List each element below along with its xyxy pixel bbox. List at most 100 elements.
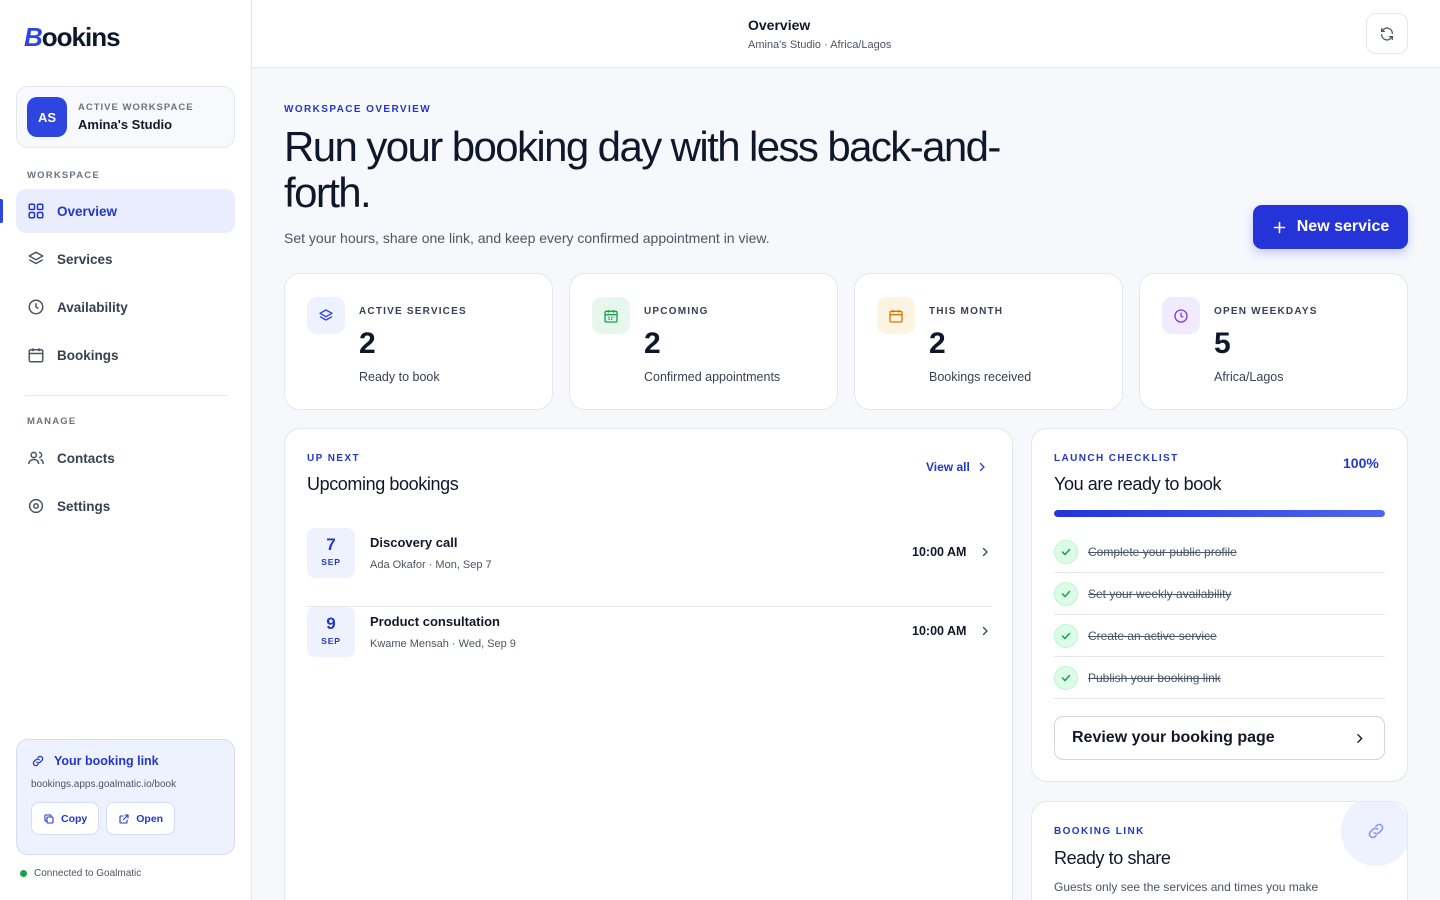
stat-label: THIS MONTH — [929, 306, 1004, 317]
stat-card-open-weekdays: OPEN WEEKDAYS 5 Africa/Lagos — [1139, 273, 1408, 410]
booking-title: Product consultation — [370, 614, 500, 629]
logo-text: ookins — [41, 21, 121, 52]
check-icon — [1061, 632, 1071, 640]
open-link-button[interactable]: Open — [106, 802, 176, 835]
date-badge: 7 SEP — [307, 528, 355, 578]
checklist-item-label: Set your weekly availability — [1088, 586, 1232, 601]
calendar-icon — [28, 348, 44, 363]
calendar-icon — [889, 309, 903, 323]
clock-icon — [1174, 308, 1188, 323]
top-bar: Overview Amina's Studio · Africa/Lagos — [252, 0, 1440, 68]
sidebar-item-label: Bookings — [57, 347, 119, 363]
sidebar-item-services[interactable]: Services — [16, 237, 235, 281]
active-indicator — [0, 199, 3, 223]
chevron-right-icon — [1357, 734, 1363, 743]
page-subtitle: Amina's Studio · Africa/Lagos — [748, 39, 892, 51]
checklist-progress-bar — [1054, 510, 1385, 517]
sidebar-item-overview[interactable]: Overview — [16, 189, 235, 233]
calendar-icon — [604, 309, 618, 323]
stat-label: OPEN WEEKDAYS — [1214, 306, 1318, 317]
check-icon — [1061, 548, 1071, 556]
sidebar-item-label: Overview — [57, 203, 118, 219]
stat-label: UPCOMING — [644, 306, 709, 317]
hero-eyebrow: WORKSPACE OVERVIEW — [284, 104, 432, 115]
sidebar-item-bookings[interactable]: Bookings — [16, 333, 235, 377]
booking-subtitle: Ada Okafor · Mon, Sep 7 — [370, 559, 492, 571]
booking-link-url: bookings.apps.goalmatic.io/book — [31, 779, 177, 790]
sidebar-item-availability[interactable]: Availability — [16, 285, 235, 329]
copy-label: Copy — [61, 812, 88, 825]
review-booking-page-button[interactable]: Review your booking page — [1054, 716, 1385, 760]
date-day: 9 — [326, 614, 336, 633]
checklist-item-label: Complete your public profile — [1088, 544, 1237, 559]
brand-logo[interactable]: Bookins — [24, 20, 121, 54]
booking-link-card: Your booking link bookings.apps.goalmati… — [16, 739, 235, 855]
date-month: SEP — [321, 557, 341, 567]
share-eyebrow: BOOKING LINK — [1054, 826, 1145, 837]
link-icon — [1368, 823, 1384, 839]
share-link-badge — [1341, 802, 1407, 866]
progress-fill — [1054, 510, 1385, 517]
sidebar-item-label: Contacts — [57, 450, 115, 466]
status-dot — [20, 870, 27, 877]
chevron-right-icon — [982, 626, 988, 636]
booking-link-panel: BOOKING LINK Ready to share Guests only … — [1031, 801, 1408, 900]
new-service-button[interactable]: New service — [1253, 205, 1408, 249]
connection-status: Connected to Goalmatic — [20, 868, 141, 879]
page-title: Overview — [748, 17, 811, 33]
copy-icon — [44, 813, 54, 824]
launch-checklist-panel: LAUNCH CHECKLIST You are ready to book 1… — [1031, 428, 1408, 782]
stat-value: 2 — [929, 327, 946, 360]
sidebar-divider — [25, 395, 227, 396]
checklist-title: You are ready to book — [1054, 474, 1222, 494]
date-month: SEP — [321, 636, 341, 646]
copy-link-button[interactable]: Copy — [31, 802, 100, 835]
date-day: 7 — [326, 535, 336, 554]
view-all-label: View all — [926, 460, 970, 474]
upcoming-bookings-panel: UP NEXT Upcoming bookings View all 7 SEP… — [284, 428, 1013, 900]
view-all-link[interactable]: View all — [926, 460, 988, 474]
section-label-manage: MANAGE — [27, 416, 77, 427]
date-badge: 9 SEP — [307, 607, 355, 657]
checklist-item-label: Publish your booking link — [1088, 670, 1221, 685]
logo-mark: B — [24, 21, 43, 52]
external-link-icon — [119, 813, 129, 824]
sidebar-item-settings[interactable]: Settings — [16, 484, 235, 528]
new-service-label: New service — [1296, 218, 1390, 235]
stat-card-this-month: THIS MONTH 2 Bookings received — [854, 273, 1123, 410]
stat-value: 5 — [1214, 327, 1231, 360]
gear-icon — [28, 498, 44, 514]
stat-sub: Confirmed appointments — [644, 370, 781, 384]
sidebar: Bookins AS ACTIVE WORKSPACE Amina's Stud… — [0, 0, 252, 900]
open-label: Open — [136, 812, 164, 825]
refresh-button[interactable] — [1366, 13, 1408, 54]
upcoming-title: Upcoming bookings — [307, 474, 459, 494]
stat-sub: Ready to book — [359, 370, 440, 384]
checklist-item: Publish your booking link — [1054, 657, 1385, 699]
booking-row[interactable]: 7 SEP Discovery call Ada Okafor · Mon, S… — [307, 528, 991, 607]
workspace-name: Amina's Studio — [78, 117, 173, 132]
link-icon — [32, 755, 44, 767]
hero-subtitle: Set your hours, share one link, and keep… — [284, 230, 770, 246]
sidebar-item-label: Settings — [57, 498, 111, 514]
connection-text: Connected to Goalmatic — [34, 868, 142, 879]
review-label: Review your booking page — [1072, 729, 1275, 746]
stat-label: ACTIVE SERVICES — [359, 306, 467, 317]
checklist-item-label: Create an active service — [1088, 628, 1217, 643]
checklist-item: Set your weekly availability — [1054, 573, 1385, 615]
booking-time: 10:00 AM — [912, 624, 967, 638]
stat-value: 2 — [644, 327, 661, 360]
check-icon — [1061, 674, 1071, 682]
clock-icon — [28, 299, 44, 315]
upcoming-eyebrow: UP NEXT — [307, 453, 360, 464]
booking-row[interactable]: 9 SEP Product consultation Kwame Mensah … — [307, 607, 991, 686]
stat-sub: Africa/Lagos — [1214, 370, 1284, 384]
plus-icon — [1273, 221, 1286, 233]
section-label-workspace: WORKSPACE — [27, 170, 100, 181]
stat-sub: Bookings received — [929, 370, 1032, 384]
sidebar-item-contacts[interactable]: Contacts — [16, 436, 235, 480]
workspace-label: ACTIVE WORKSPACE — [78, 102, 194, 113]
checklist-eyebrow: LAUNCH CHECKLIST — [1054, 453, 1179, 464]
workspace-switcher[interactable]: AS ACTIVE WORKSPACE Amina's Studio — [16, 86, 235, 148]
layers-icon — [319, 308, 333, 321]
